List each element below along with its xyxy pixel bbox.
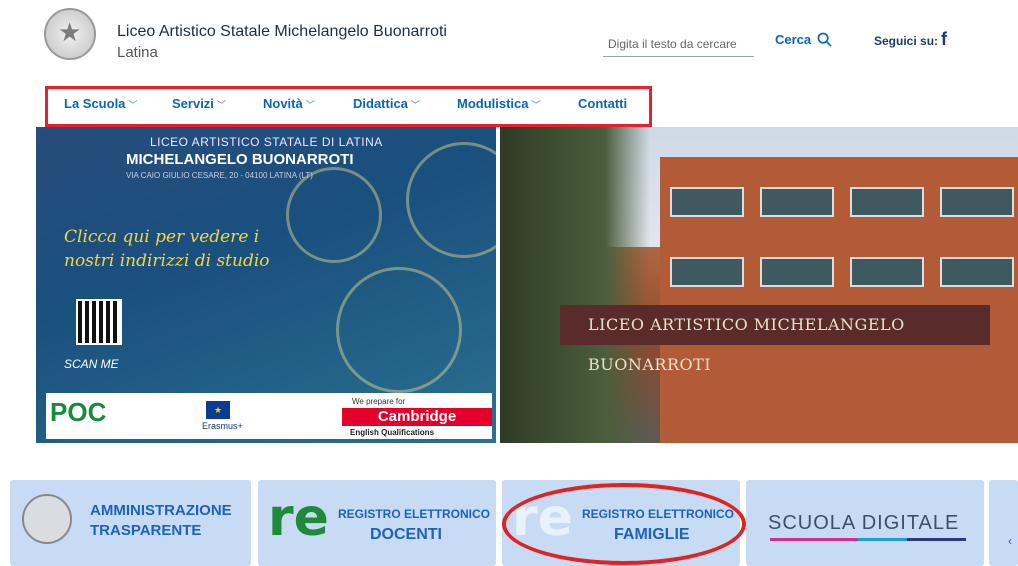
card-title-line1: SCUOLA DIGITALE <box>768 512 960 534</box>
card-partial-next[interactable] <box>989 480 1018 566</box>
poster-address: VIA CAIO GIULIO CESARE, 20 - 04100 LATIN… <box>126 171 313 180</box>
cambridge-main: Cambridge <box>342 408 492 426</box>
eu-flag-icon: ★ <box>206 401 230 419</box>
nav-label: Modulistica <box>457 96 529 111</box>
chevron-down-icon: ﹀ <box>410 100 420 110</box>
trees <box>500 127 650 443</box>
nav-label: Didattica <box>353 96 408 111</box>
facebook-icon[interactable]: f <box>941 29 947 50</box>
card-registro-docenti[interactable]: re REGISTRO ELETTRONICO DOCENTI <box>258 480 496 566</box>
chevron-down-icon: ﹀ <box>216 100 226 110</box>
nav-label: Contatti <box>578 96 628 111</box>
search-button[interactable]: Cerca <box>775 32 832 47</box>
carousel-arrow-icon[interactable]: ‹ <box>1008 534 1012 548</box>
nav-item-novita[interactable]: Novità ﹀ <box>263 96 315 111</box>
building-banner: LICEO ARTISTICO MICHELANGELO BUONARROTI <box>560 305 990 374</box>
school-name[interactable]: Liceo Artistico Statale Michelangelo Buo… <box>117 23 447 41</box>
cambridge-logo: We prepare for Cambridge English Qualifi… <box>342 395 492 439</box>
poster-tagline: Clicca qui per vedere i nostri indirizzi… <box>64 227 270 271</box>
re-logo-icon: re <box>268 488 329 548</box>
poster-title-top: LICEO ARTISTICO STATALE DI LATINA <box>150 135 383 149</box>
building <box>660 157 1018 443</box>
card-title-line1: AMMINISTRAZIONE <box>90 502 232 519</box>
poc-logo: POC <box>50 397 107 427</box>
chevron-down-icon: ﹀ <box>531 100 541 110</box>
famiglie-highlight-ellipse <box>502 483 746 565</box>
card-title-line1: REGISTRO ELETTRONICO <box>338 507 491 521</box>
school-building-photo: LICEO ARTISTICO MICHELANGELO BUONARROTI <box>500 127 1018 443</box>
card-scuola-digitale[interactable]: SCUOLA DIGITALE <box>746 480 984 566</box>
scuola-digitale-underline <box>770 538 966 541</box>
hero-poster[interactable]: LICEO ARTISTICO STATALE DI LATINA MICHEL… <box>36 127 496 443</box>
card-title-line2: DOCENTI <box>370 526 442 543</box>
search-input[interactable] <box>603 31 754 57</box>
school-city: Latina <box>117 44 158 61</box>
card-title-line2: TRASPARENTE <box>90 522 202 539</box>
chevron-down-icon: ﹀ <box>305 100 315 110</box>
partner-logos: POC ★ Erasmus+ We prepare for Cambridge … <box>46 393 492 439</box>
nav-item-la-scuola[interactable]: La Scuola ﹀ <box>64 96 137 111</box>
search-button-label: Cerca <box>775 32 812 47</box>
card-amministrazione-trasparente[interactable]: AMMINISTRAZIONE TRASPARENTE <box>10 480 251 566</box>
nav-label: La Scuola <box>64 96 126 111</box>
site-header: Liceo Artistico Statale Michelangelo Buo… <box>0 0 1018 80</box>
erasmus-logo: Erasmus+ <box>202 421 243 431</box>
nav-item-didattica[interactable]: Didattica ﹀ <box>353 96 420 111</box>
poster-title-main: MICHELANGELO BUONARROTI <box>126 151 354 168</box>
follow-label: Seguici su: <box>874 34 939 48</box>
search-icon <box>817 32 832 47</box>
scan-label: SCAN ME <box>64 357 119 371</box>
nav-label: Servizi <box>172 96 214 111</box>
emblem-icon[interactable] <box>44 8 96 60</box>
cambridge-top: We prepare for <box>352 397 406 406</box>
italy-emblem-icon <box>22 494 72 544</box>
nav-label: Novità <box>263 96 303 111</box>
cambridge-bottom: English Qualifications <box>350 428 435 437</box>
chevron-down-icon: ﹀ <box>128 100 138 110</box>
nav-item-contatti[interactable]: Contatti <box>578 96 627 111</box>
nav-item-modulistica[interactable]: Modulistica ﹀ <box>457 96 541 111</box>
qr-code-icon <box>76 299 122 345</box>
nav-item-servizi[interactable]: Servizi ﹀ <box>172 96 226 111</box>
